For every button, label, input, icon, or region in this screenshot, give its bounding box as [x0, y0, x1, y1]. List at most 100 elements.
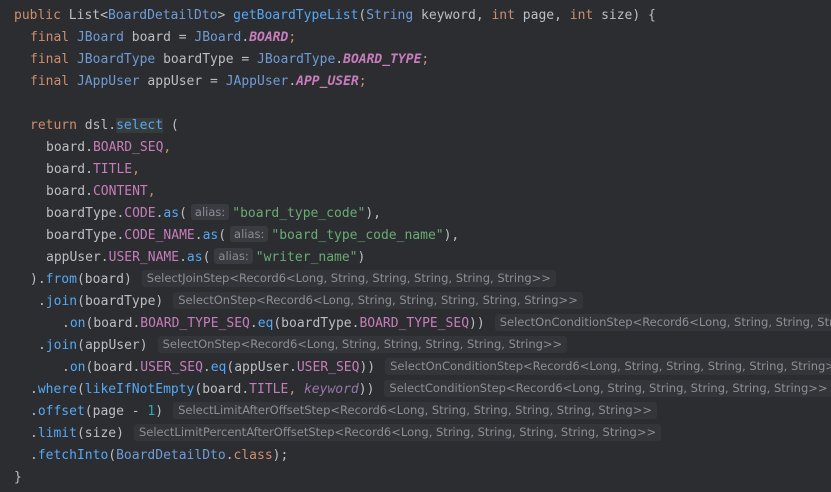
code-line-6: return dsl.select (	[30, 115, 831, 137]
class-ref: JAppUser	[225, 74, 289, 89]
operator: -	[123, 404, 148, 419]
method-call: as	[186, 250, 203, 265]
method-call-highlighted: select	[116, 118, 164, 133]
final-keyword: final	[30, 74, 70, 89]
dot: .	[241, 382, 250, 397]
object-ref: board	[46, 184, 86, 199]
generic-type: BoardDetailDto	[107, 8, 218, 23]
code-line-15: .on(board.BOARD_TYPE_SEQ.eq(boardType.BO…	[62, 313, 831, 335]
var-name: appUser	[147, 74, 203, 89]
static-field: APP_USER	[296, 74, 359, 89]
final-keyword: final	[30, 52, 70, 67]
method-call: fetchInto	[37, 448, 109, 463]
dot: .	[85, 162, 93, 177]
dot: .	[225, 448, 234, 463]
code-line-14: .join(boardType) SelectOnStep<Record6<Lon…	[38, 291, 831, 313]
code-line-17: .on(board.USER_SEQ.eq(appUser.USER_SEQ))…	[62, 357, 831, 379]
method-call: where	[37, 382, 77, 397]
paren-close: ))	[358, 382, 375, 397]
method-call: as	[202, 228, 219, 243]
field-ref: TITLE	[249, 382, 289, 397]
paren-close: )	[155, 404, 164, 419]
code-line-19: .offset(page - 1) SelectLimitAfterOffsetS…	[30, 401, 831, 423]
class-ref: JBoardType	[257, 52, 336, 67]
parameter-ref: keyword	[303, 382, 359, 397]
string-literal: "board_type_code"	[232, 206, 366, 221]
class-keyword: class	[233, 448, 273, 463]
chain-dot: .	[62, 316, 70, 331]
method-call: join	[45, 294, 78, 309]
argument: page	[92, 404, 124, 419]
object-ref: board	[93, 360, 133, 375]
method-call: limit	[37, 426, 77, 441]
chain-dot: .	[30, 382, 38, 397]
code-editor[interactable]: public List<BoardDetailDto> getBoardType…	[0, 0, 831, 492]
var-type: JAppUser	[76, 74, 140, 89]
method-call: join	[45, 338, 78, 353]
comma: ,	[132, 162, 140, 177]
paren-close: ),	[365, 206, 381, 221]
dot: .	[194, 228, 203, 243]
param-name: keyword	[421, 8, 476, 23]
dot: .	[108, 118, 117, 133]
parameter-hint: alias:	[230, 226, 269, 242]
paren-open: (	[108, 448, 117, 463]
object-ref: board	[46, 140, 86, 155]
type-hint: SelectOnConditionStep<Record6<Long, Stri…	[494, 314, 831, 331]
field-ref: BOARD_SEQ	[92, 140, 164, 155]
paren-close: ))	[469, 316, 485, 331]
code-line-18: .where(likeIfNotEmpty(board.TITLE, keywo…	[30, 379, 831, 401]
object-ref: boardType	[281, 316, 352, 331]
paren-open: (	[202, 250, 211, 265]
paren-open: (	[179, 206, 187, 221]
assign: =	[178, 30, 187, 45]
chain-dot: .	[30, 404, 38, 419]
field-ref: USER_NAME	[108, 250, 180, 265]
field-ref: USER_SEQ	[140, 360, 203, 375]
method-call: eq	[210, 360, 227, 375]
string-literal: "writer_name"	[255, 250, 358, 265]
code-line-2: final JBoard board = JBoard.BOARD;	[30, 27, 831, 49]
return-type: List	[68, 8, 101, 23]
dot: .	[335, 52, 344, 67]
dot: .	[85, 140, 93, 155]
dot: .	[241, 30, 250, 45]
paren-close: )	[139, 338, 148, 353]
code-line-8: board.TITLE,	[46, 159, 831, 181]
paren-close: ),	[443, 228, 460, 243]
argument: size	[84, 426, 117, 441]
paren-close: ))	[359, 360, 376, 375]
comma: ,	[288, 382, 304, 397]
field-ref: BOARD_TYPE_SEQ	[359, 316, 470, 331]
modifier-keyword: public	[14, 8, 61, 23]
dot: .	[289, 360, 297, 375]
var-type: JBoard	[76, 30, 124, 45]
field-ref: CONTENT	[92, 184, 148, 199]
paren-open: (	[163, 118, 179, 133]
code-line-22: }	[14, 467, 831, 489]
comma: ,	[475, 8, 484, 23]
paren-open: (	[77, 338, 85, 353]
chain-dot: .	[38, 338, 46, 353]
return-keyword: return	[30, 118, 77, 133]
code-line-9: board.CONTENT,	[46, 181, 831, 203]
assign: =	[241, 52, 250, 67]
paren-open: (	[218, 228, 227, 243]
type-hint: SelectOnStep<Record6<Long, String, Strin…	[157, 336, 568, 353]
chain-dot: .	[30, 448, 38, 463]
semicolon: ;	[421, 52, 430, 67]
static-field: BOARD	[249, 30, 289, 45]
paren-open: (	[76, 382, 85, 397]
argument: board	[84, 272, 124, 287]
generic-open: <	[100, 8, 108, 23]
closing-brace: }	[14, 470, 22, 485]
comma: ,	[147, 184, 156, 199]
type-hint: SelectConditionStep<Record6<Long, String…	[384, 380, 831, 397]
type-hint: SelectOnConditionStep<Record6<Long, Stri…	[385, 358, 831, 375]
method-call: on	[69, 316, 86, 331]
chain-dot: .	[62, 360, 70, 375]
dot: .	[85, 184, 93, 199]
chain-dot: ).	[30, 272, 46, 287]
type-hint: SelectLimitAfterOffsetStep<Record6<Long,…	[173, 402, 657, 419]
code-line-16: .join(appUser) SelectOnStep<Record6<Long,…	[38, 335, 831, 357]
